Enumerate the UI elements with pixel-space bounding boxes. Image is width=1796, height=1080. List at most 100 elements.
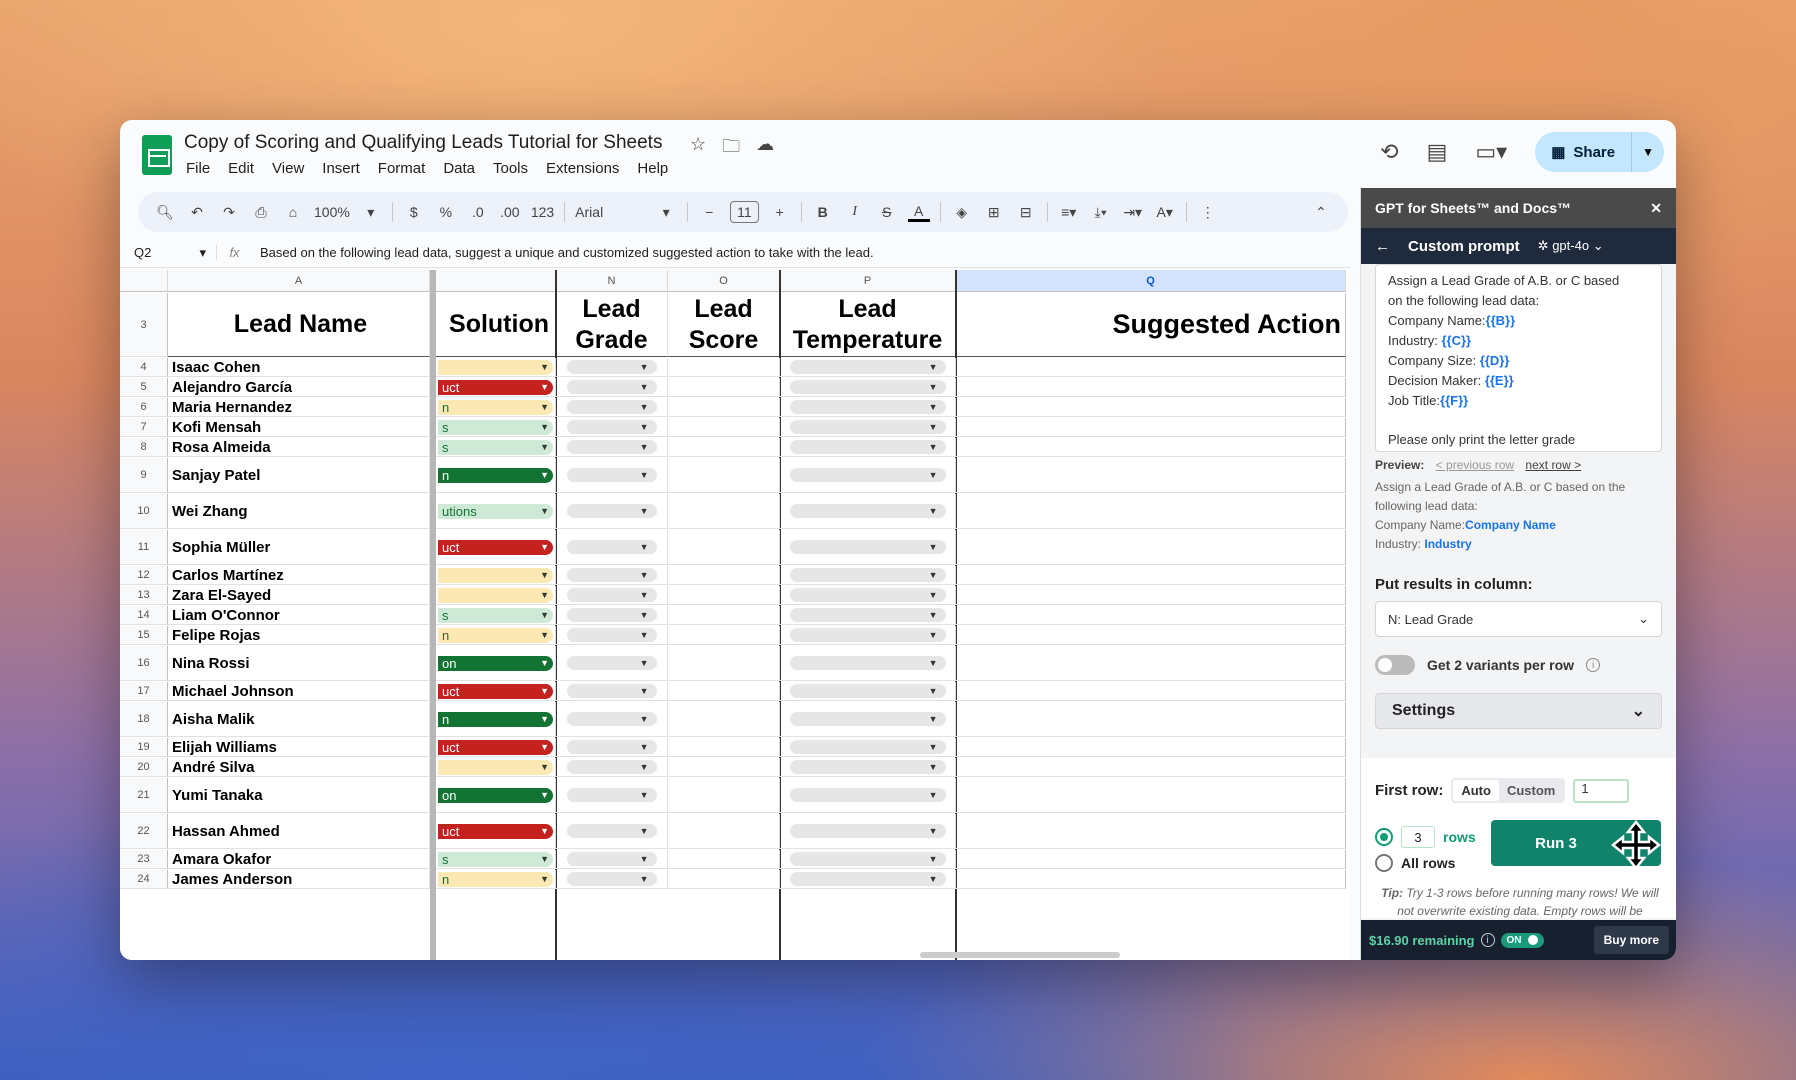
- lead-score-cell[interactable]: [668, 530, 780, 565]
- lead-temperature-cell[interactable]: ▼: [780, 378, 956, 397]
- lead-name-cell[interactable]: Alejandro García: [168, 378, 430, 397]
- lead-name-cell[interactable]: Aisha Malik: [168, 702, 430, 737]
- lead-name-cell[interactable]: Maria Hernandez: [168, 398, 430, 417]
- solution-cell[interactable]: uct ▼: [436, 814, 556, 849]
- italic-button[interactable]: I: [844, 204, 866, 220]
- suggested-action-cell[interactable]: [956, 494, 1346, 529]
- lead-score-cell[interactable]: [668, 438, 780, 457]
- rows-count-input[interactable]: 3: [1401, 826, 1435, 848]
- corner-header[interactable]: [120, 270, 168, 292]
- chevron-down-icon[interactable]: ▾: [360, 204, 382, 221]
- menu-item-edit[interactable]: Edit: [228, 160, 254, 177]
- lead-name-cell[interactable]: Nina Rossi: [168, 646, 430, 681]
- column-header-a[interactable]: A: [168, 270, 430, 292]
- search-menus-icon[interactable]: 🔍︎: [154, 204, 176, 221]
- row-number[interactable]: 23: [120, 850, 168, 869]
- variants-toggle[interactable]: [1375, 655, 1415, 675]
- lead-grade-cell[interactable]: ▼: [556, 870, 668, 889]
- fill-color-icon[interactable]: ◈: [951, 204, 973, 221]
- solution-cell[interactable]: on ▼: [436, 646, 556, 681]
- suggested-action-cell[interactable]: [956, 606, 1346, 625]
- solution-cell[interactable]: uct ▼: [436, 682, 556, 701]
- font-size-increase-icon[interactable]: +: [769, 204, 791, 220]
- lead-grade-dropdown[interactable]: ▼: [566, 740, 657, 754]
- lead-score-cell[interactable]: [668, 626, 780, 645]
- row-number[interactable]: 13: [120, 586, 168, 605]
- solution-chip[interactable]: s ▼: [438, 607, 553, 623]
- lead-score-cell[interactable]: [668, 398, 780, 417]
- row-number[interactable]: 3: [120, 293, 168, 357]
- lead-grade-cell[interactable]: ▼: [556, 738, 668, 757]
- row-number[interactable]: 7: [120, 418, 168, 437]
- lead-name-cell[interactable]: Carlos Martínez: [168, 566, 430, 585]
- lead-name-cell[interactable]: Rosa Almeida: [168, 438, 430, 457]
- solution-cell[interactable]: ▼: [436, 758, 556, 777]
- radio-unselected[interactable]: [1375, 854, 1393, 872]
- lead-grade-cell[interactable]: ▼: [556, 418, 668, 437]
- lead-name-cell[interactable]: Michael Johnson: [168, 682, 430, 701]
- merge-cells-icon[interactable]: ⊟: [1015, 204, 1037, 221]
- first-row-input[interactable]: 1: [1573, 778, 1630, 803]
- menu-item-insert[interactable]: Insert: [322, 160, 360, 177]
- solution-cell[interactable]: s ▼: [436, 418, 556, 437]
- lead-score-cell[interactable]: [668, 738, 780, 757]
- lead-score-cell[interactable]: [668, 778, 780, 813]
- column-header-q[interactable]: Q: [956, 270, 1346, 292]
- solution-chip[interactable]: on ▼: [438, 787, 553, 803]
- row-number[interactable]: 18: [120, 702, 168, 737]
- solution-cell[interactable]: n ▼: [436, 870, 556, 889]
- sheet-grid[interactable]: A N O P Q 3 Lead Name Solution Lead Grad…: [120, 270, 1350, 960]
- model-select[interactable]: ✲ gpt-4o ⌄: [1538, 238, 1604, 254]
- lead-grade-dropdown[interactable]: ▼: [566, 504, 657, 518]
- lead-temperature-cell[interactable]: ▼: [780, 870, 956, 889]
- row-number[interactable]: 19: [120, 738, 168, 757]
- lead-grade-dropdown[interactable]: ▼: [566, 588, 657, 602]
- lead-grade-dropdown[interactable]: ▼: [566, 712, 657, 726]
- lead-grade-dropdown[interactable]: ▼: [566, 540, 657, 554]
- row-number[interactable]: 16: [120, 646, 168, 681]
- solution-chip[interactable]: n ▼: [438, 711, 553, 727]
- lead-temperature-dropdown[interactable]: ▼: [789, 656, 946, 670]
- row-number[interactable]: 15: [120, 626, 168, 645]
- menu-item-file[interactable]: File: [186, 160, 210, 177]
- lead-score-cell[interactable]: [668, 870, 780, 889]
- lead-temperature-cell[interactable]: ▼: [780, 606, 956, 625]
- font-size-decrease-icon[interactable]: −: [698, 204, 720, 220]
- lead-grade-cell[interactable]: ▼: [556, 358, 668, 377]
- row-number[interactable]: 17: [120, 682, 168, 701]
- font-size-input[interactable]: 11: [730, 201, 759, 223]
- lead-grade-cell[interactable]: ▼: [556, 606, 668, 625]
- lead-temperature-dropdown[interactable]: ▼: [789, 628, 946, 642]
- row-number[interactable]: 20: [120, 758, 168, 777]
- row-number[interactable]: 8: [120, 438, 168, 457]
- suggested-action-cell[interactable]: [956, 458, 1346, 493]
- lead-temperature-cell[interactable]: ▼: [780, 814, 956, 849]
- lead-temperature-dropdown[interactable]: ▼: [789, 468, 946, 482]
- solution-chip[interactable]: uct ▼: [438, 539, 553, 555]
- lead-temperature-dropdown[interactable]: ▼: [789, 760, 946, 774]
- lead-score-cell[interactable]: [668, 358, 780, 377]
- column-header-o[interactable]: O: [668, 270, 780, 292]
- lead-grade-dropdown[interactable]: ▼: [566, 628, 657, 642]
- row-number[interactable]: 14: [120, 606, 168, 625]
- lead-name-cell[interactable]: Elijah Williams: [168, 738, 430, 757]
- solution-cell[interactable]: ▼: [436, 358, 556, 377]
- lead-name-cell[interactable]: Liam O'Connor: [168, 606, 430, 625]
- menu-item-help[interactable]: Help: [637, 160, 668, 177]
- header-lead-score[interactable]: Lead Score: [668, 293, 780, 357]
- chevron-down-icon[interactable]: ▾: [655, 204, 677, 221]
- auto-option[interactable]: Auto: [1453, 780, 1499, 801]
- credits-toggle[interactable]: ON: [1500, 932, 1544, 948]
- lead-grade-dropdown[interactable]: ▼: [566, 568, 657, 582]
- solution-chip[interactable]: ▼: [438, 567, 553, 583]
- row-number[interactable]: 10: [120, 494, 168, 529]
- info-icon[interactable]: i: [1586, 658, 1601, 672]
- prompt-textarea[interactable]: Assign a Lead Grade of A.B. or C based on…: [1375, 264, 1662, 452]
- comments-icon[interactable]: ▤: [1427, 139, 1448, 165]
- lead-grade-cell[interactable]: ▼: [556, 850, 668, 869]
- meet-icon[interactable]: ▭▾: [1475, 139, 1507, 165]
- currency-format-button[interactable]: $: [403, 204, 425, 220]
- column-header-n[interactable]: N: [556, 270, 668, 292]
- more-formats-button[interactable]: 123: [531, 204, 554, 220]
- solution-chip[interactable]: s ▼: [438, 419, 553, 435]
